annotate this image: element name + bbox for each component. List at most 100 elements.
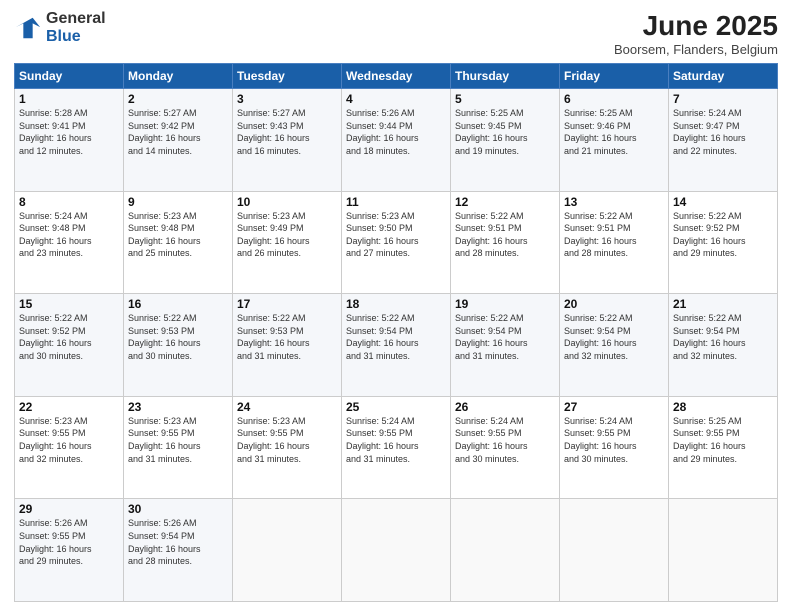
day-number: 22	[19, 400, 119, 414]
header: General Blue June 2025 Boorsem, Flanders…	[14, 10, 778, 57]
day-cell: 25Sunrise: 5:24 AM Sunset: 9:55 PM Dayli…	[342, 396, 451, 499]
day-cell: 13Sunrise: 5:22 AM Sunset: 9:51 PM Dayli…	[560, 191, 669, 294]
logo: General Blue	[14, 10, 106, 45]
col-tuesday: Tuesday	[233, 64, 342, 89]
week-row-4: 22Sunrise: 5:23 AM Sunset: 9:55 PM Dayli…	[15, 396, 778, 499]
day-cell: 12Sunrise: 5:22 AM Sunset: 9:51 PM Dayli…	[451, 191, 560, 294]
col-friday: Friday	[560, 64, 669, 89]
title-block: June 2025 Boorsem, Flanders, Belgium	[614, 10, 778, 57]
day-cell: 5Sunrise: 5:25 AM Sunset: 9:45 PM Daylig…	[451, 89, 560, 192]
day-number: 13	[564, 195, 664, 209]
day-info: Sunrise: 5:28 AM Sunset: 9:41 PM Dayligh…	[19, 107, 119, 157]
day-cell	[669, 499, 778, 602]
day-cell: 23Sunrise: 5:23 AM Sunset: 9:55 PM Dayli…	[124, 396, 233, 499]
header-row: Sunday Monday Tuesday Wednesday Thursday…	[15, 64, 778, 89]
day-cell: 20Sunrise: 5:22 AM Sunset: 9:54 PM Dayli…	[560, 294, 669, 397]
day-cell: 18Sunrise: 5:22 AM Sunset: 9:54 PM Dayli…	[342, 294, 451, 397]
day-cell: 2Sunrise: 5:27 AM Sunset: 9:42 PM Daylig…	[124, 89, 233, 192]
day-info: Sunrise: 5:22 AM Sunset: 9:51 PM Dayligh…	[455, 210, 555, 260]
day-info: Sunrise: 5:25 AM Sunset: 9:45 PM Dayligh…	[455, 107, 555, 157]
day-number: 16	[128, 297, 228, 311]
col-monday: Monday	[124, 64, 233, 89]
day-info: Sunrise: 5:24 AM Sunset: 9:55 PM Dayligh…	[564, 415, 664, 465]
day-cell: 30Sunrise: 5:26 AM Sunset: 9:54 PM Dayli…	[124, 499, 233, 602]
day-info: Sunrise: 5:22 AM Sunset: 9:54 PM Dayligh…	[564, 312, 664, 362]
day-info: Sunrise: 5:26 AM Sunset: 9:55 PM Dayligh…	[19, 517, 119, 567]
day-cell: 7Sunrise: 5:24 AM Sunset: 9:47 PM Daylig…	[669, 89, 778, 192]
day-number: 11	[346, 195, 446, 209]
day-cell: 29Sunrise: 5:26 AM Sunset: 9:55 PM Dayli…	[15, 499, 124, 602]
day-info: Sunrise: 5:22 AM Sunset: 9:52 PM Dayligh…	[19, 312, 119, 362]
day-info: Sunrise: 5:24 AM Sunset: 9:55 PM Dayligh…	[455, 415, 555, 465]
day-info: Sunrise: 5:23 AM Sunset: 9:55 PM Dayligh…	[19, 415, 119, 465]
day-number: 27	[564, 400, 664, 414]
day-info: Sunrise: 5:22 AM Sunset: 9:54 PM Dayligh…	[346, 312, 446, 362]
day-cell: 21Sunrise: 5:22 AM Sunset: 9:54 PM Dayli…	[669, 294, 778, 397]
day-info: Sunrise: 5:22 AM Sunset: 9:54 PM Dayligh…	[673, 312, 773, 362]
subtitle: Boorsem, Flanders, Belgium	[614, 42, 778, 57]
day-cell: 24Sunrise: 5:23 AM Sunset: 9:55 PM Dayli…	[233, 396, 342, 499]
day-number: 6	[564, 92, 664, 106]
day-cell: 9Sunrise: 5:23 AM Sunset: 9:48 PM Daylig…	[124, 191, 233, 294]
day-cell	[233, 499, 342, 602]
day-cell: 3Sunrise: 5:27 AM Sunset: 9:43 PM Daylig…	[233, 89, 342, 192]
col-saturday: Saturday	[669, 64, 778, 89]
day-number: 4	[346, 92, 446, 106]
day-info: Sunrise: 5:26 AM Sunset: 9:54 PM Dayligh…	[128, 517, 228, 567]
day-number: 28	[673, 400, 773, 414]
day-number: 10	[237, 195, 337, 209]
day-info: Sunrise: 5:25 AM Sunset: 9:46 PM Dayligh…	[564, 107, 664, 157]
day-cell: 27Sunrise: 5:24 AM Sunset: 9:55 PM Dayli…	[560, 396, 669, 499]
day-number: 18	[346, 297, 446, 311]
day-info: Sunrise: 5:22 AM Sunset: 9:53 PM Dayligh…	[237, 312, 337, 362]
day-info: Sunrise: 5:23 AM Sunset: 9:49 PM Dayligh…	[237, 210, 337, 260]
day-cell: 15Sunrise: 5:22 AM Sunset: 9:52 PM Dayli…	[15, 294, 124, 397]
day-info: Sunrise: 5:22 AM Sunset: 9:52 PM Dayligh…	[673, 210, 773, 260]
main-title: June 2025	[614, 10, 778, 42]
day-cell: 1Sunrise: 5:28 AM Sunset: 9:41 PM Daylig…	[15, 89, 124, 192]
day-cell: 17Sunrise: 5:22 AM Sunset: 9:53 PM Dayli…	[233, 294, 342, 397]
col-sunday: Sunday	[15, 64, 124, 89]
day-number: 30	[128, 502, 228, 516]
logo-blue-text: Blue	[46, 28, 106, 46]
day-cell: 4Sunrise: 5:26 AM Sunset: 9:44 PM Daylig…	[342, 89, 451, 192]
day-info: Sunrise: 5:24 AM Sunset: 9:48 PM Dayligh…	[19, 210, 119, 260]
calendar-table: Sunday Monday Tuesday Wednesday Thursday…	[14, 63, 778, 602]
col-wednesday: Wednesday	[342, 64, 451, 89]
day-cell: 16Sunrise: 5:22 AM Sunset: 9:53 PM Dayli…	[124, 294, 233, 397]
day-info: Sunrise: 5:25 AM Sunset: 9:55 PM Dayligh…	[673, 415, 773, 465]
day-number: 19	[455, 297, 555, 311]
day-info: Sunrise: 5:24 AM Sunset: 9:55 PM Dayligh…	[346, 415, 446, 465]
week-row-3: 15Sunrise: 5:22 AM Sunset: 9:52 PM Dayli…	[15, 294, 778, 397]
day-number: 12	[455, 195, 555, 209]
day-number: 3	[237, 92, 337, 106]
logo-text: General Blue	[46, 10, 106, 45]
day-cell	[560, 499, 669, 602]
week-row-1: 1Sunrise: 5:28 AM Sunset: 9:41 PM Daylig…	[15, 89, 778, 192]
day-cell	[342, 499, 451, 602]
day-info: Sunrise: 5:23 AM Sunset: 9:55 PM Dayligh…	[128, 415, 228, 465]
day-cell: 10Sunrise: 5:23 AM Sunset: 9:49 PM Dayli…	[233, 191, 342, 294]
day-cell: 26Sunrise: 5:24 AM Sunset: 9:55 PM Dayli…	[451, 396, 560, 499]
day-number: 1	[19, 92, 119, 106]
logo-general-text: General	[46, 10, 106, 28]
day-cell: 14Sunrise: 5:22 AM Sunset: 9:52 PM Dayli…	[669, 191, 778, 294]
day-number: 24	[237, 400, 337, 414]
day-cell: 19Sunrise: 5:22 AM Sunset: 9:54 PM Dayli…	[451, 294, 560, 397]
day-number: 5	[455, 92, 555, 106]
day-number: 9	[128, 195, 228, 209]
day-info: Sunrise: 5:23 AM Sunset: 9:55 PM Dayligh…	[237, 415, 337, 465]
day-number: 7	[673, 92, 773, 106]
day-number: 17	[237, 297, 337, 311]
day-number: 14	[673, 195, 773, 209]
day-cell: 6Sunrise: 5:25 AM Sunset: 9:46 PM Daylig…	[560, 89, 669, 192]
day-number: 2	[128, 92, 228, 106]
day-info: Sunrise: 5:26 AM Sunset: 9:44 PM Dayligh…	[346, 107, 446, 157]
day-number: 25	[346, 400, 446, 414]
day-number: 26	[455, 400, 555, 414]
day-info: Sunrise: 5:22 AM Sunset: 9:53 PM Dayligh…	[128, 312, 228, 362]
day-number: 23	[128, 400, 228, 414]
logo-icon	[14, 14, 42, 42]
day-info: Sunrise: 5:23 AM Sunset: 9:48 PM Dayligh…	[128, 210, 228, 260]
day-number: 15	[19, 297, 119, 311]
